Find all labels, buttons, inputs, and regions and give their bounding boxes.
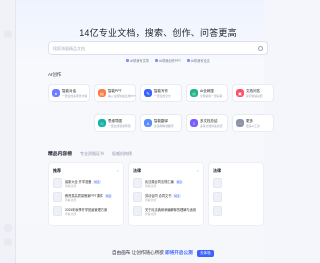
ai-tool-card[interactable]: ▤ 智能PPT 输入主题快速生成PPT [94,84,136,102]
panel-title: 法律 [133,168,141,173]
ai-tool-desc: 一键生成多场景内容 [62,94,88,98]
ai-tool-desc: 多语种精准翻译 [154,124,174,128]
status-badge: 精选 [93,180,101,184]
ai-tool-card[interactable]: ◎ AI全网搜 全网资料一键获取 [186,84,228,102]
ai-tool-card[interactable]: ✎ 智能写作 一键生成全文 [140,84,182,102]
translate-icon: A [144,119,152,127]
search-placeholder: 搜索海量精品文档 [53,46,85,51]
sidebar-home-icon[interactable] [4,30,12,38]
doc-thumbnail [213,192,222,202]
ai-tool-card[interactable]: A 智能翻译 多语种精准翻译 [140,114,182,132]
list-item[interactable]: 关于民法典继承编解释的理解与适用 查看全部 [133,205,199,217]
status-badge: 精选 [173,194,181,198]
tab-featured[interactable]: 精品内容榜 [48,150,72,157]
list-item[interactable]: 最新大全 开学准备 精选 查看全部 [53,177,119,189]
pen-icon: ✎ [144,89,152,97]
banner-text: 自由画布 让创作随心所欲 [112,250,164,255]
ai-tool-card[interactable]: ● 智能对话 一键生成多场景内容 [48,84,90,102]
doc-icon: ▣ [236,89,244,97]
ai-tool-desc: 全网资料一键获取 [200,94,223,98]
doc-thumbnail [133,192,142,202]
list-item[interactable]: 教育类高质量教案PPT课件 精选 查看全部 [53,191,119,203]
banner-button[interactable]: 去体验 [196,250,214,257]
panel-title: 推荐 [53,168,61,173]
sidebar-settings-icon[interactable] [4,238,12,246]
ai-tool-desc: 输入主题快速生成PPT [108,94,136,98]
mindmap-icon: ◇ [98,119,106,127]
sparkle-icon [186,59,190,62]
left-sidebar [0,0,16,263]
globe-icon: ◎ [190,89,198,97]
content-panel: 法律 [208,162,264,226]
ai-tool-desc: 提问快速总结 [246,94,263,98]
status-badge: 精选 [175,180,183,184]
suggestion-chips: AI帮我写文章 AI帮我创作PPT AI帮我写论文 [126,58,276,63]
tab-certificates[interactable]: 专业资格证书 [80,151,104,157]
ai-tool-desc: 一键生成全文 [154,94,171,98]
ai-tool-desc: 更多AI工具 [246,124,260,128]
chevron-right-icon[interactable]: > [197,168,199,173]
promo-banner: 自由画布 让创作随心所欲 即将开启公测 去体验 [112,250,252,257]
doc-thumbnail [53,206,62,216]
banner-accent: 即将开启公测 [165,250,193,255]
list-item[interactable] [213,177,259,189]
suggestion-chip[interactable]: AI帮我写文章 [126,58,149,63]
status-badge: 精选 [105,194,113,198]
ai-tools-grid: ● 智能对话 一键生成多场景内容 ▤ 智能PPT 输入主题快速生成PPT ✎ 智… [48,84,280,134]
list-item[interactable] [213,191,259,203]
main-area: 14亿专业文档，搜索、创作、问答更高效 搜索海量精品文档 AI帮我写文章 AI帮… [16,0,274,263]
doc-thumbnail [213,206,222,216]
search-icon[interactable] [258,46,263,51]
suggestion-chip[interactable]: AI帮我创作PPT [154,58,181,63]
chevron-right-icon[interactable]: > [117,168,119,173]
tab-authority[interactable]: 权威机构榜 [112,151,132,157]
doc-thumbnail [213,178,222,188]
ppt-icon: ▤ [98,89,106,97]
doc-thumbnail [53,178,62,188]
ai-tool-card[interactable]: ◇ 思维导图 一键生成思维导图 [94,114,136,132]
doc-thumbnail [133,206,142,216]
doc-thumbnail [133,178,142,188]
sparkle-icon [126,59,129,62]
more-icon: ⋯ [236,119,244,127]
list-item[interactable]: 劳动合同 合同文书 精选 查看全部 [133,191,199,203]
sidebar-user-icon[interactable] [4,224,12,232]
chat-icon: ● [52,89,60,97]
list-item[interactable] [213,205,259,217]
summary-icon: ≡ [190,119,198,127]
ai-tool-desc: 一键生成思维导图 [108,124,131,128]
list-item[interactable]: 2025年秋季开学班级管理方案 查看全部 [53,205,119,217]
list-item[interactable]: 民法典合同法规汇编 精选 查看全部 [133,177,199,189]
ai-section-title: AI创作 [48,72,62,77]
search-input[interactable]: 搜索海量精品文档 [48,41,268,55]
panel-title: 法律 [213,168,221,173]
sparkle-icon [154,59,158,62]
ai-tool-card[interactable]: ≡ 多文档总结 多篇文档快速总结 [186,114,228,132]
suggestion-chip[interactable]: AI帮我写论文 [186,58,210,63]
ai-tool-card[interactable]: ⋯ 更多 更多AI工具 [232,114,274,132]
doc-thumbnail [53,192,62,202]
ai-tool-card[interactable]: ▣ 文档问答 提问快速总结 [232,84,274,102]
ai-tool-desc: 多篇文档快速总结 [200,124,223,128]
content-panel: 推荐 > 最新大全 开学准备 精选 查看全部 教育类高质量教案PPT课件 精选 查看… [48,162,124,226]
content-panel: 法律 > 民法典合同法规汇编 精选 查看全部 劳动合同 合同文书 精选 查看全部 关… [128,162,204,226]
content-tabs: 精品内容榜 专业资格证书 权威机构榜 [48,150,132,157]
